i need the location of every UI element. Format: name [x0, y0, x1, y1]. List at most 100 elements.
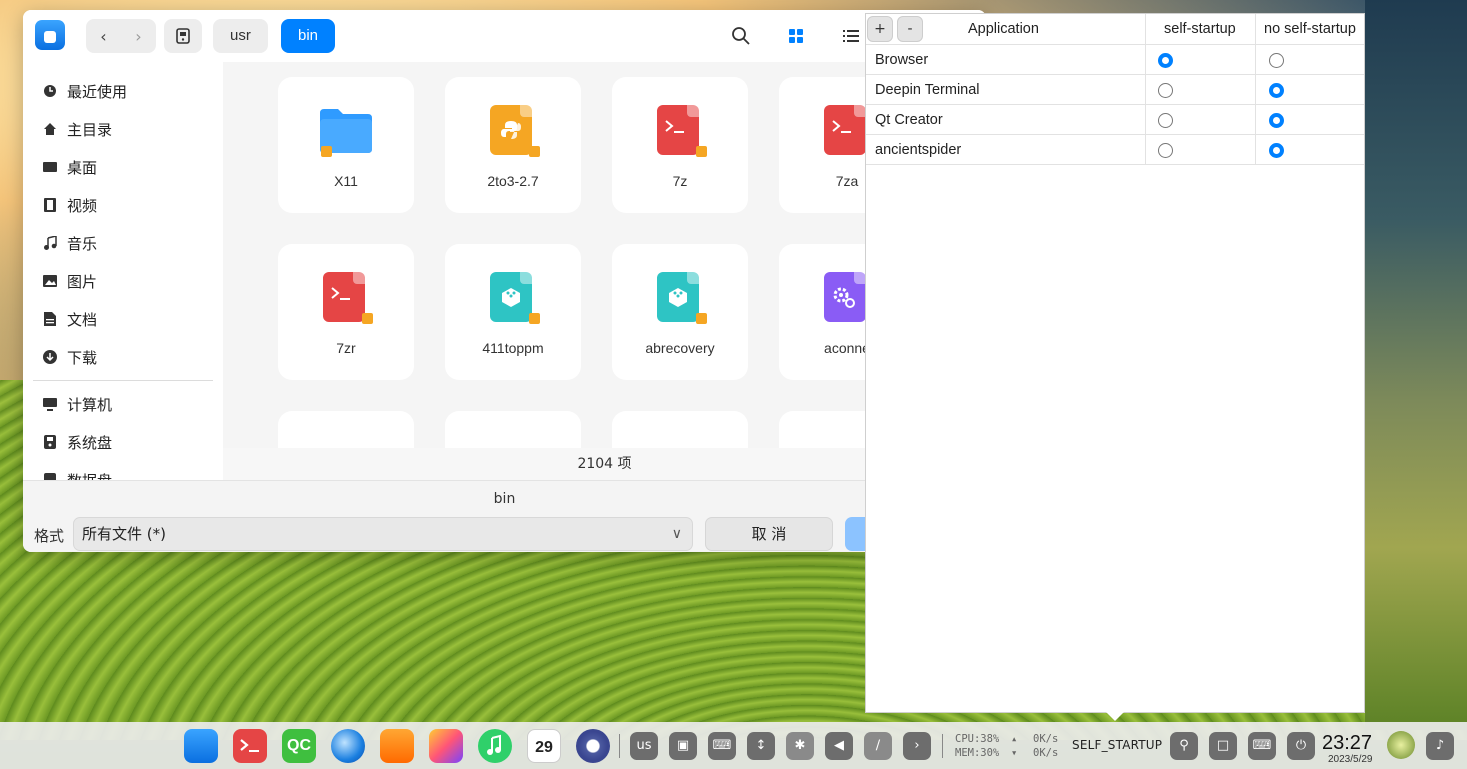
add-button[interactable]: +	[867, 16, 893, 42]
file-item-partial[interactable]	[278, 411, 414, 448]
column-header-no-self-startup[interactable]: no self-startup	[1264, 14, 1356, 45]
sidebar-item-label: 视频	[67, 196, 98, 215]
multitask-view-icon[interactable]: □	[1209, 732, 1237, 760]
crumb-bin[interactable]: bin	[281, 19, 336, 53]
search-icon[interactable]	[729, 24, 753, 48]
self-startup-radio[interactable]	[1158, 53, 1173, 68]
browser-icon[interactable]	[331, 729, 365, 763]
music-icon	[43, 236, 57, 250]
self-startup-radio[interactable]	[1158, 83, 1173, 98]
back-button[interactable]: ‹	[86, 19, 121, 53]
sidebar-item-recent[interactable]: 最近使用	[23, 72, 223, 110]
home-icon	[43, 122, 57, 136]
grid-view-icon[interactable]	[784, 24, 808, 48]
file-item[interactable]: 411toppm	[445, 244, 581, 380]
crumb-root-disk[interactable]	[164, 19, 202, 53]
sidebar-item-music[interactable]: 音乐	[23, 224, 223, 262]
format-select[interactable]: 所有文件 (*) ∨	[73, 517, 693, 551]
active-app-label[interactable]: SELF_STARTUP	[1072, 738, 1162, 752]
file-name: abrecovery	[645, 340, 715, 356]
file-item-partial[interactable]	[612, 411, 748, 448]
qt-creator-icon[interactable]: QC	[282, 729, 316, 763]
sidebar-item-home[interactable]: 主目录	[23, 110, 223, 148]
terminal-file-icon	[323, 272, 373, 324]
sidebar-item-label: 文档	[67, 310, 98, 329]
lock-badge-icon	[362, 313, 373, 324]
table-row[interactable]: Qt Creator	[866, 105, 1364, 135]
no-self-startup-radio[interactable]	[1269, 83, 1284, 98]
clock-time[interactable]: 23:27	[1322, 732, 1372, 755]
remove-button[interactable]: -	[897, 16, 923, 42]
crumb-usr[interactable]: usr	[213, 19, 268, 53]
trash-icon[interactable]	[1387, 731, 1415, 759]
network-download-speed: 0K/s	[1033, 747, 1059, 759]
file-item-partial[interactable]	[445, 411, 581, 448]
file-item[interactable]: 7zr	[278, 244, 414, 380]
column-header-application[interactable]: Application	[968, 14, 1039, 45]
usb-icon[interactable]: ↕	[747, 732, 775, 760]
file-item[interactable]: X11	[278, 77, 414, 213]
self-startup-radio[interactable]	[1158, 113, 1173, 128]
search-icon[interactable]: ⚲	[1170, 732, 1198, 760]
sidebar-item-label: 最近使用	[67, 82, 128, 101]
on-screen-keyboard-icon[interactable]: ⌨	[1248, 732, 1276, 760]
bluetooth-icon[interactable]: ✱	[786, 732, 814, 760]
terminal-file-icon	[657, 105, 707, 157]
self-startup-radio[interactable]	[1158, 143, 1173, 158]
power-icon[interactable]: ⏻	[1287, 732, 1315, 760]
music-player-icon[interactable]	[478, 729, 512, 763]
no-self-startup-radio[interactable]	[1269, 143, 1284, 158]
filename-field[interactable]: bin	[23, 481, 986, 517]
settings-icon[interactable]	[576, 729, 610, 763]
keyboard-layout-indicator[interactable]: us	[630, 732, 658, 760]
disk-icon	[43, 435, 57, 449]
cancel-button[interactable]: 取 消	[705, 517, 833, 551]
file-name: 2to3-2.7	[487, 173, 539, 189]
sidebar-divider	[33, 380, 213, 381]
file-item[interactable]: abrecovery	[612, 244, 748, 380]
up-arrow-icon: ▴	[1011, 733, 1018, 745]
sidebar-item-system-disk[interactable]: 系统盘	[23, 423, 223, 461]
gear-file-icon	[824, 272, 870, 322]
sidebar-item-data-disk[interactable]: 数据盘	[23, 461, 223, 480]
taskbar: QC 29 us ▣ ⌨ ↕ ✱ ◀ ∕ › CPU:38% MEM:30% ▴…	[0, 722, 1467, 769]
file-item[interactable]: 7z	[612, 77, 748, 213]
volume-icon[interactable]: ◀	[825, 732, 853, 760]
lock-badge-icon	[529, 313, 540, 324]
sidebar-item-desktop[interactable]: 桌面	[23, 148, 223, 186]
calendar-icon[interactable]: 29	[527, 729, 561, 763]
expand-tray-icon[interactable]: ›	[903, 732, 931, 760]
dialog-titlebar: ‹ › usr bin	[23, 10, 986, 62]
terminal-file-icon	[824, 105, 870, 155]
download-icon	[43, 350, 57, 364]
keyboard-icon[interactable]: ⌨	[708, 732, 736, 760]
document-icon	[43, 312, 57, 326]
table-row[interactable]: Browser	[866, 45, 1364, 75]
table-row[interactable]: ancientspider	[866, 135, 1364, 165]
panel-pointer	[1106, 712, 1124, 721]
network-icon[interactable]: ∕	[864, 732, 892, 760]
image-icon	[43, 274, 57, 288]
video-icon	[43, 198, 57, 212]
image-viewer-icon[interactable]	[429, 729, 463, 763]
forward-button[interactable]: ›	[121, 19, 156, 53]
file-item[interactable]: 2to3-2.7	[445, 77, 581, 213]
sidebar-item-downloads[interactable]: 下载	[23, 338, 223, 376]
no-self-startup-radio[interactable]	[1269, 113, 1284, 128]
no-self-startup-radio[interactable]	[1269, 53, 1284, 68]
sidebar-item-video[interactable]: 视频	[23, 186, 223, 224]
screenshot-tray-icon[interactable]: ▣	[669, 732, 697, 760]
column-header-self-startup[interactable]: self-startup	[1164, 14, 1236, 45]
file-manager-icon[interactable]	[184, 729, 218, 763]
format-select-value: 所有文件 (*)	[82, 525, 166, 543]
sidebar-item-documents[interactable]: 文档	[23, 300, 223, 338]
sidebar-item-pictures[interactable]: 图片	[23, 262, 223, 300]
list-view-icon[interactable]	[839, 24, 863, 48]
clock-icon	[43, 84, 57, 98]
terminal-icon[interactable]	[233, 729, 267, 763]
app-store-icon[interactable]	[380, 729, 414, 763]
table-row[interactable]: Deepin Terminal	[866, 75, 1364, 105]
notification-bell-icon[interactable]: ♪	[1426, 732, 1454, 760]
sidebar-item-computer[interactable]: 计算机	[23, 385, 223, 423]
file-name: 411toppm	[482, 340, 544, 356]
